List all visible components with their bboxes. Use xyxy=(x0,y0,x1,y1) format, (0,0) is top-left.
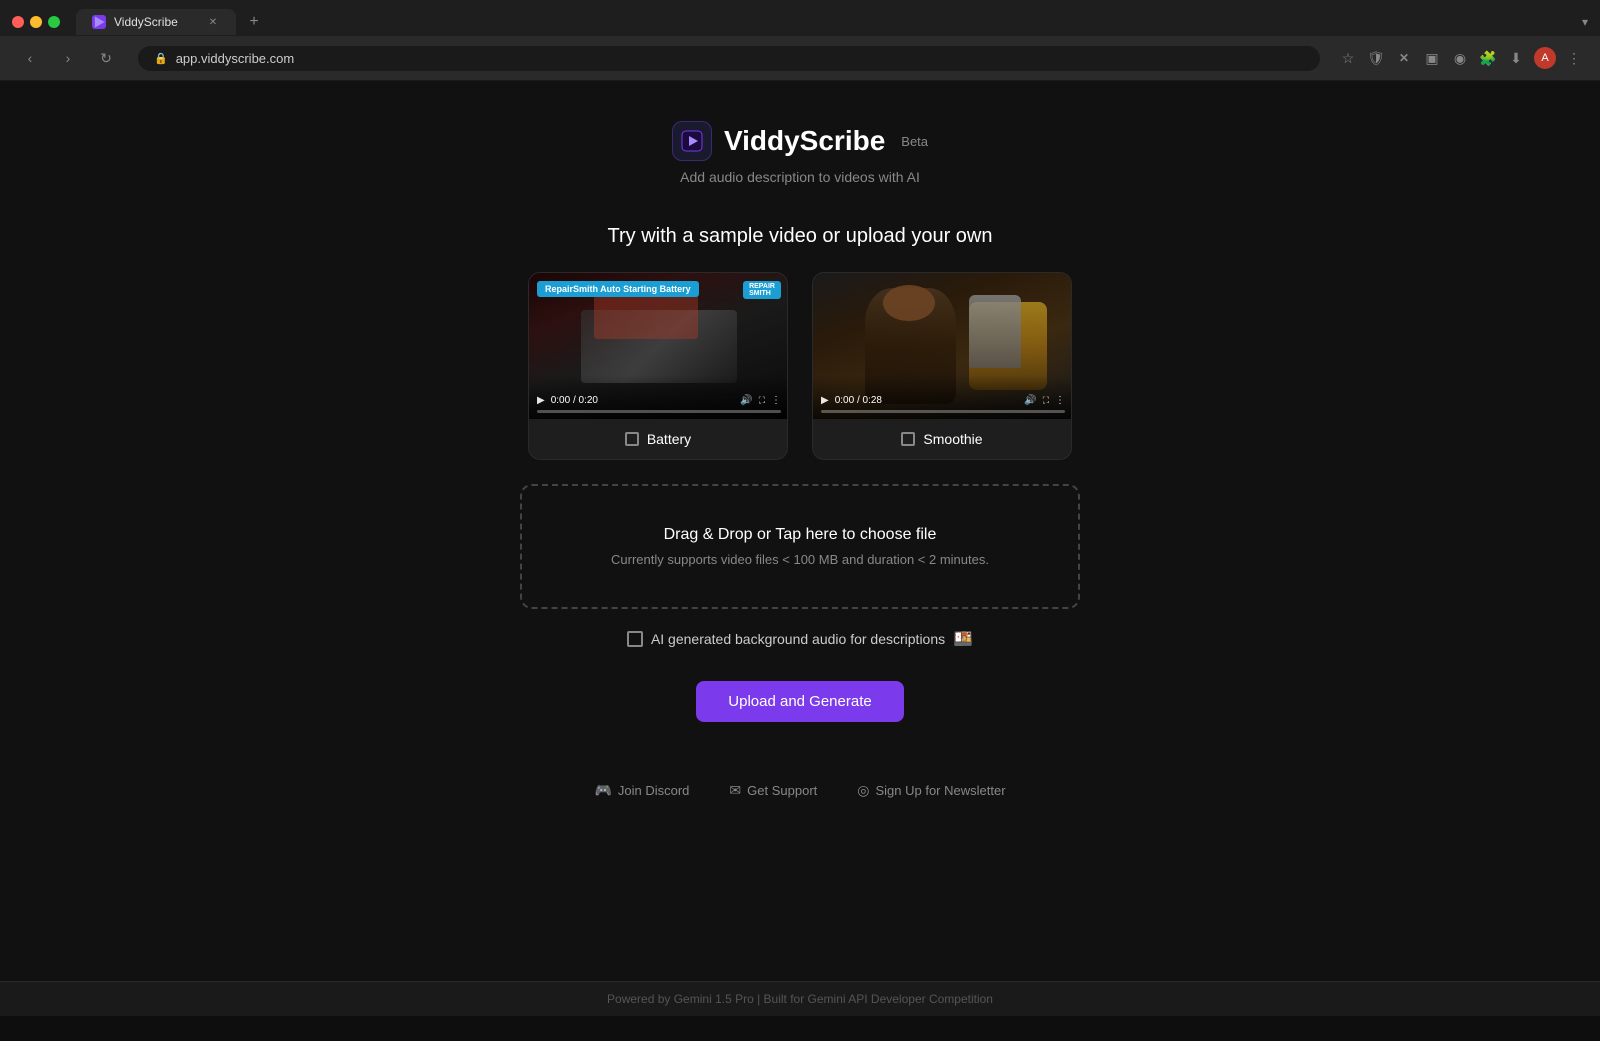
footer-links: 🎮 Join Discord ✉ Get Support ◎ Sign Up f… xyxy=(594,782,1005,799)
traffic-lights xyxy=(12,16,60,28)
brand-row: ViddyScribe Beta xyxy=(672,121,928,161)
browser-chrome: ViddyScribe ✕ + ▾ ‹ › ↻ 🔒 app.viddyscrib… xyxy=(0,0,1600,81)
support-link[interactable]: ✉ Get Support xyxy=(729,782,817,799)
tab-favicon xyxy=(92,15,106,29)
brand-logo xyxy=(672,121,712,161)
discord-icon: 🎮 xyxy=(594,782,611,799)
video-logo: REPAIRSMITH xyxy=(743,281,781,299)
close-button[interactable] xyxy=(12,16,24,28)
volume-button-smoothie[interactable]: 🔊 xyxy=(1024,395,1036,406)
video-name-smoothie: Smoothie xyxy=(923,431,982,447)
support-label: Get Support xyxy=(747,783,817,798)
progress-bar-smoothie[interactable] xyxy=(821,410,1065,413)
bookmark-icon[interactable]: ☆ xyxy=(1338,48,1358,68)
more-button-battery[interactable]: ⋮ xyxy=(771,395,781,406)
progress-bar-battery[interactable] xyxy=(537,410,781,413)
video-select-smoothie[interactable] xyxy=(901,432,915,446)
header: ViddyScribe Beta Add audio description t… xyxy=(672,121,928,185)
tab-close-button[interactable]: ✕ xyxy=(206,15,220,29)
upload-generate-button[interactable]: Upload and Generate xyxy=(696,681,903,722)
volume-button-battery[interactable]: 🔊 xyxy=(740,395,752,406)
profile-icon[interactable]: A xyxy=(1534,47,1556,69)
maximize-button[interactable] xyxy=(48,16,60,28)
video-name-battery: Battery xyxy=(647,431,691,447)
ai-emoji: 🍱 xyxy=(953,629,973,649)
newsletter-icon: ◎ xyxy=(857,782,869,799)
video-samples: RepairSmith Auto Starting Battery REPAIR… xyxy=(528,272,1072,460)
menu-icon[interactable]: ⋮ xyxy=(1564,48,1584,68)
video-controls-battery: ▶ 0:00 / 0:20 🔊 ⛶ ⋮ xyxy=(529,375,788,419)
extension-tablet-icon[interactable]: ▣ xyxy=(1422,48,1442,68)
play-button-battery[interactable]: ▶ xyxy=(537,395,545,406)
bottom-bar: Powered by Gemini 1.5 Pro | Built for Ge… xyxy=(0,981,1600,1016)
extension-x-icon[interactable]: ✕ xyxy=(1394,48,1414,68)
extension-globe-icon[interactable]: ◉ xyxy=(1450,48,1470,68)
powered-by: Powered by Gemini 1.5 Pro | Built for Ge… xyxy=(607,992,993,1006)
tab-bar: ViddyScribe ✕ + ▾ xyxy=(0,0,1600,36)
video-player-battery[interactable]: RepairSmith Auto Starting Battery REPAIR… xyxy=(529,273,788,419)
time-display-battery: 0:00 / 0:20 xyxy=(551,395,598,406)
ai-label: AI generated background audio for descri… xyxy=(651,631,945,647)
play-button-smoothie[interactable]: ▶ xyxy=(821,395,829,406)
brand-beta: Beta xyxy=(901,134,928,149)
discord-label: Join Discord xyxy=(618,783,690,798)
extension-puzzle-icon[interactable]: 🧩 xyxy=(1478,48,1498,68)
fullscreen-button-smoothie[interactable]: ⛶ xyxy=(1043,395,1049,406)
tab-expand-button[interactable]: ▾ xyxy=(1582,15,1588,29)
address-text: app.viddyscribe.com xyxy=(176,51,295,66)
video-card-smoothie[interactable]: ▶ 0:00 / 0:28 🔊 ⛶ ⋮ Smoothie xyxy=(812,272,1072,460)
drop-zone-title: Drag & Drop or Tap here to choose file xyxy=(546,526,1054,544)
address-bar[interactable]: 🔒 app.viddyscribe.com xyxy=(138,46,1320,71)
video-label-smoothie: Smoothie xyxy=(813,419,1071,459)
video-card-battery[interactable]: RepairSmith Auto Starting Battery REPAIR… xyxy=(528,272,788,460)
browser-toolbar: ‹ › ↻ 🔒 app.viddyscribe.com ☆ 🛡 ✕ ▣ ◉ 🧩 … xyxy=(0,36,1600,80)
new-tab-button[interactable]: + xyxy=(240,8,268,36)
download-icon[interactable]: ⬇ xyxy=(1506,48,1526,68)
toolbar-icons: ☆ 🛡 ✕ ▣ ◉ 🧩 ⬇ A ⋮ xyxy=(1338,47,1584,69)
newsletter-link[interactable]: ◎ Sign Up for Newsletter xyxy=(857,782,1005,799)
video-select-battery[interactable] xyxy=(625,432,639,446)
section-title: Try with a sample video or upload your o… xyxy=(608,225,993,248)
ai-audio-checkbox[interactable] xyxy=(627,631,643,647)
time-display-smoothie: 0:00 / 0:28 xyxy=(835,395,882,406)
more-button-smoothie[interactable]: ⋮ xyxy=(1055,395,1065,406)
main-content: ViddyScribe Beta Add audio description t… xyxy=(0,81,1600,981)
ai-checkbox-row: AI generated background audio for descri… xyxy=(627,629,973,649)
discord-link[interactable]: 🎮 Join Discord xyxy=(594,782,689,799)
extension-shield-icon[interactable]: 🛡 xyxy=(1366,48,1386,68)
fullscreen-button-battery[interactable]: ⛶ xyxy=(759,395,765,406)
minimize-button[interactable] xyxy=(30,16,42,28)
forward-button[interactable]: › xyxy=(54,44,82,72)
video-banner: RepairSmith Auto Starting Battery xyxy=(537,281,699,297)
drop-zone[interactable]: Drag & Drop or Tap here to choose file C… xyxy=(520,484,1080,609)
email-icon: ✉ xyxy=(729,782,741,799)
drop-zone-subtitle: Currently supports video files < 100 MB … xyxy=(546,552,1054,567)
active-tab[interactable]: ViddyScribe ✕ xyxy=(76,9,236,35)
reload-button[interactable]: ↻ xyxy=(92,44,120,72)
newsletter-label: Sign Up for Newsletter xyxy=(875,783,1005,798)
brand-name: ViddyScribe xyxy=(724,125,885,157)
video-label-battery: Battery xyxy=(529,419,787,459)
tab-title: ViddyScribe xyxy=(114,15,178,29)
brand-tagline: Add audio description to videos with AI xyxy=(680,169,920,185)
video-controls-smoothie: ▶ 0:00 / 0:28 🔊 ⛶ ⋮ xyxy=(813,375,1072,419)
address-lock-icon: 🔒 xyxy=(154,52,168,65)
video-player-smoothie[interactable]: ▶ 0:00 / 0:28 🔊 ⛶ ⋮ xyxy=(813,273,1072,419)
back-button[interactable]: ‹ xyxy=(16,44,44,72)
